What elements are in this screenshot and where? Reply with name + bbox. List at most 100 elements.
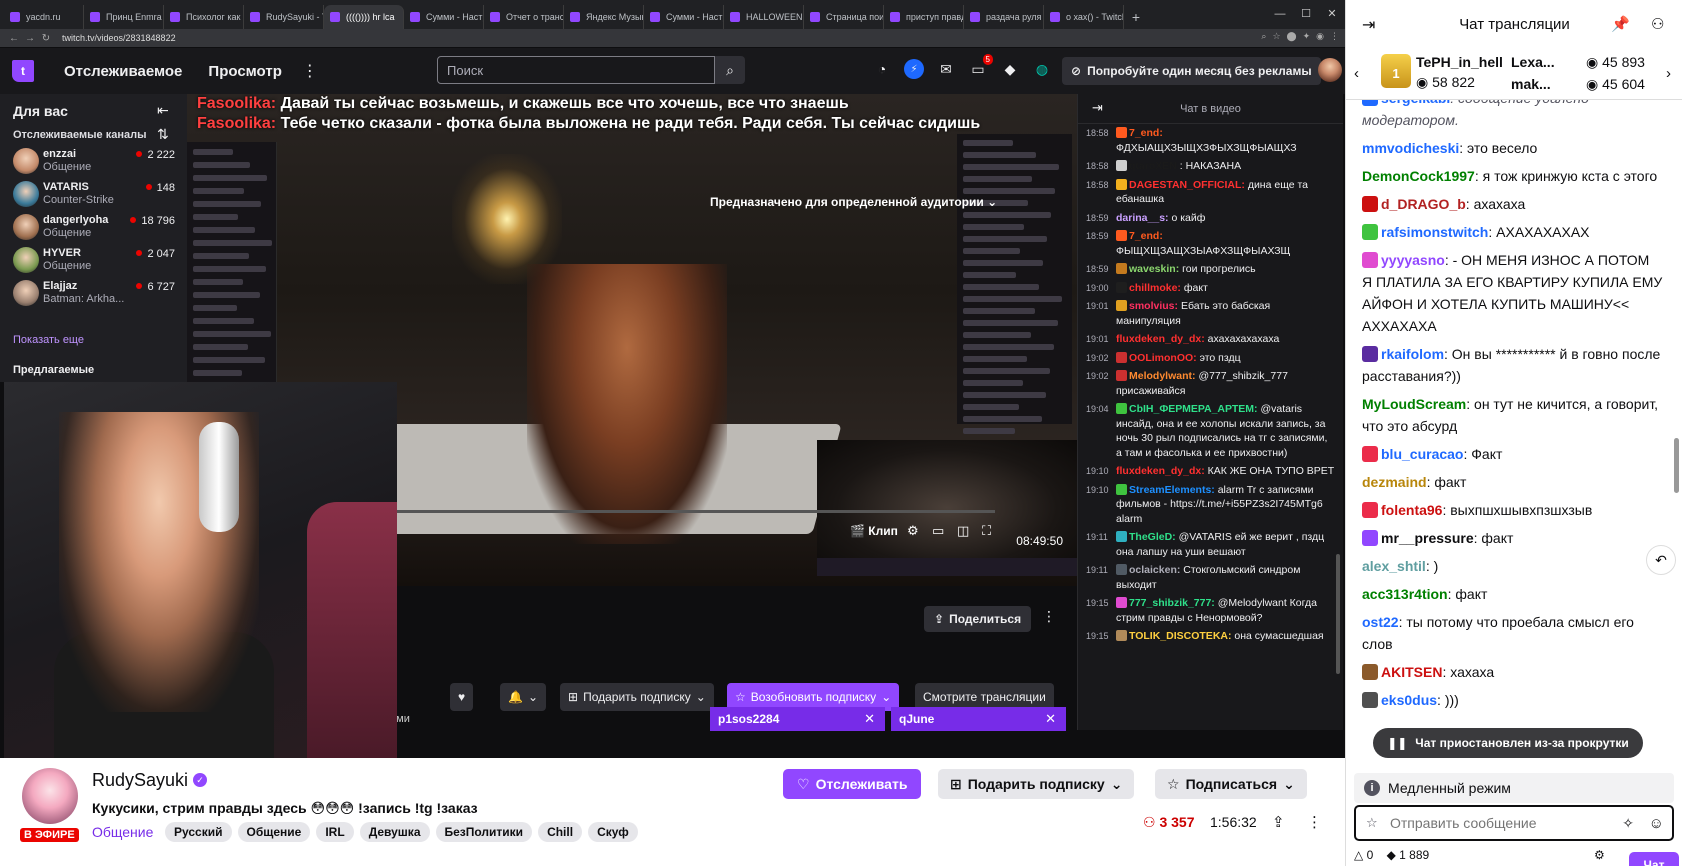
forward-icon[interactable]: →: [22, 33, 38, 44]
message-user[interactable]: AKITSEN: [1381, 664, 1442, 680]
sidebar-channel[interactable]: dangerlyoha Общение 18 796: [0, 210, 187, 246]
chevron-left-icon[interactable]: ‹: [1354, 65, 1359, 82]
browser-tab[interactable]: HALLOWEEN: [724, 5, 804, 29]
users-icon[interactable]: ⚇: [1651, 15, 1664, 33]
crown-icon[interactable]: ◆: [1000, 59, 1020, 79]
browser-tab[interactable]: Психолог как ра: [164, 5, 244, 29]
message-user[interactable]: d_DRAGO_b: [1381, 196, 1466, 212]
message-user[interactable]: 777_shibzik_777:: [1129, 597, 1215, 609]
chat-settings-icon[interactable]: ⚙: [1594, 848, 1605, 862]
sidebar-channel[interactable]: Elajjaz Batman: Arkha... 6 727: [0, 276, 187, 312]
search-button[interactable]: ⌕: [715, 56, 745, 84]
menu-dots-icon[interactable]: ⋮: [1330, 31, 1339, 42]
url-field[interactable]: twitch.tv/videos/2831848822: [62, 33, 176, 43]
stream-tag[interactable]: Общение: [237, 822, 311, 842]
clip-button[interactable]: 🎬 Клип: [850, 524, 898, 538]
message-user[interactable]: qtaroXEN: [1129, 160, 1177, 172]
theatre-icon[interactable]: ▭: [932, 523, 944, 539]
browser-tab[interactable]: о хах() - Twitch: [1044, 5, 1124, 29]
points-icon[interactable]: △: [1354, 848, 1367, 862]
sparkle-icon[interactable]: ✧: [1622, 815, 1634, 832]
browser-tab[interactable]: Отчет о трансля: [484, 5, 564, 29]
more-icon[interactable]: ⋮: [302, 61, 318, 81]
message-user[interactable]: oclaicken:: [1129, 564, 1180, 576]
message-user[interactable]: mr__pressure: [1381, 530, 1474, 546]
audience-warning[interactable]: Предназначено для определенной аудитории…: [710, 195, 997, 209]
notify-button[interactable]: 🔔 ⌄: [500, 683, 547, 711]
more-options-icon[interactable]: ⋮: [1307, 813, 1322, 831]
message-user[interactable]: 7_end:: [1129, 127, 1163, 139]
inbox-icon[interactable]: ✉: [936, 59, 956, 79]
close-window-icon[interactable]: ✕: [1319, 0, 1345, 29]
message-user[interactable]: DAGESTAN_OFFICIAL:: [1129, 179, 1245, 191]
notifications-icon[interactable]: ▭ 5: [968, 54, 993, 79]
extension-icon[interactable]: ⬤: [1287, 31, 1297, 42]
browser-tab[interactable]: Сумми - Настрс: [644, 5, 724, 29]
show-more-link[interactable]: Показать еще: [13, 334, 84, 346]
close-icon[interactable]: ✕: [864, 711, 875, 727]
turbo-icon[interactable]: ⚡: [904, 59, 924, 79]
message-user[interactable]: chillmoke:: [1129, 282, 1181, 294]
twitch-logo-icon[interactable]: t: [12, 60, 34, 82]
message-user[interactable]: fluxdeken_dy_dx:: [1116, 333, 1205, 345]
prime-loot-icon[interactable]: ◔: [872, 59, 892, 79]
leaderboard-top-name[interactable]: TePH_in_hell: [1416, 54, 1503, 70]
message-user[interactable]: waveskin:: [1129, 263, 1179, 275]
message-user[interactable]: rafsimonstwitch: [1381, 224, 1488, 240]
user-avatar[interactable]: [1318, 58, 1342, 82]
chat-send-button[interactable]: Чат: [1629, 852, 1679, 866]
stream-category[interactable]: Общение: [92, 824, 153, 840]
message-user[interactable]: fluxdeken_dy_dx:: [1116, 465, 1205, 477]
video-chat-scrollbar[interactable]: [1336, 554, 1340, 674]
stream-tag[interactable]: Русский: [165, 822, 232, 842]
close-icon[interactable]: ✕: [1045, 711, 1056, 727]
message-user[interactable]: smolvius:: [1129, 300, 1178, 312]
bookmark-star-icon[interactable]: ☆: [1272, 31, 1280, 42]
chat-composer[interactable]: ☆ ✧ ☺: [1354, 805, 1674, 841]
pip-webcam[interactable]: [4, 382, 397, 758]
message-user[interactable]: TOLIK_DISCOTEKA:: [1129, 630, 1231, 642]
message-user[interactable]: yyyyasno: [1381, 252, 1445, 268]
browser-tab[interactable]: приступ правд: [884, 5, 964, 29]
promo-button[interactable]: ⊘ Попробуйте один месяц без рекламы: [1062, 57, 1321, 85]
message-user[interactable]: rkaifolom: [1381, 346, 1444, 362]
profile-icon[interactable]: ◉: [1316, 31, 1324, 42]
emoji-icon[interactable]: ☺: [1649, 815, 1664, 832]
leaderboard-name[interactable]: Lexa...: [1511, 54, 1555, 70]
collapse-sidebar-icon[interactable]: ⇤: [157, 102, 169, 119]
star-icon[interactable]: ☆: [1366, 815, 1382, 831]
message-user[interactable]: ost22: [1362, 614, 1399, 630]
reload-icon[interactable]: ↻: [38, 33, 54, 44]
sidebar-channel[interactable]: HYVER Общение 2 047: [0, 243, 187, 279]
chevron-right-icon[interactable]: ›: [1666, 65, 1671, 82]
fullscreen-icon[interactable]: ⛶: [982, 523, 991, 539]
message-user[interactable]: acc313r4tion: [1362, 586, 1448, 602]
sort-icon[interactable]: ⇅: [157, 126, 169, 143]
message-user[interactable]: CbIH_ФЕРМЕРА_АРТЕМ:: [1129, 403, 1258, 415]
browser-tab[interactable]: Яндекс Музыка: [564, 5, 644, 29]
maximize-icon[interactable]: ☐: [1293, 0, 1319, 29]
stream-tag[interactable]: Скуф: [588, 822, 638, 842]
progress-bar[interactable]: [375, 510, 995, 513]
stream-tag[interactable]: IRL: [316, 822, 354, 842]
chat-paused-banner[interactable]: ❚❚ Чат приостановлен из-за прокрутки: [1373, 728, 1643, 758]
browser-tab[interactable]: (((()))) hr lca: [324, 5, 404, 29]
streamer-name[interactable]: RudySayuki: [92, 770, 188, 791]
search-input[interactable]: Поиск: [437, 56, 715, 84]
sidebar-channel[interactable]: VATARIS Counter-Strike 148: [0, 177, 187, 213]
settings-icon[interactable]: ⚙: [907, 523, 919, 539]
pin-icon[interactable]: 📌: [1611, 15, 1630, 33]
browser-tab[interactable]: Сумми - Настрс: [404, 5, 484, 29]
message-user[interactable]: mmvodicheski: [1362, 140, 1459, 156]
message-user[interactable]: OOLimonOO:: [1129, 352, 1197, 364]
message-user[interactable]: alex_shtil: [1362, 558, 1426, 574]
browser-tab[interactable]: раздача руля -: [964, 5, 1044, 29]
browser-tab[interactable]: Страница поиск: [804, 5, 884, 29]
message-user[interactable]: 7_end:: [1129, 230, 1163, 242]
message-user[interactable]: MyLoudScream: [1362, 396, 1466, 412]
bits-icon[interactable]: ◍: [1032, 59, 1052, 79]
share-icon[interactable]: ⇪: [1272, 813, 1285, 831]
share-button[interactable]: ⇪ Поделиться: [924, 606, 1032, 632]
message-user[interactable]: TheGleD:: [1129, 531, 1176, 543]
heart-button[interactable]: ♥: [450, 683, 474, 711]
